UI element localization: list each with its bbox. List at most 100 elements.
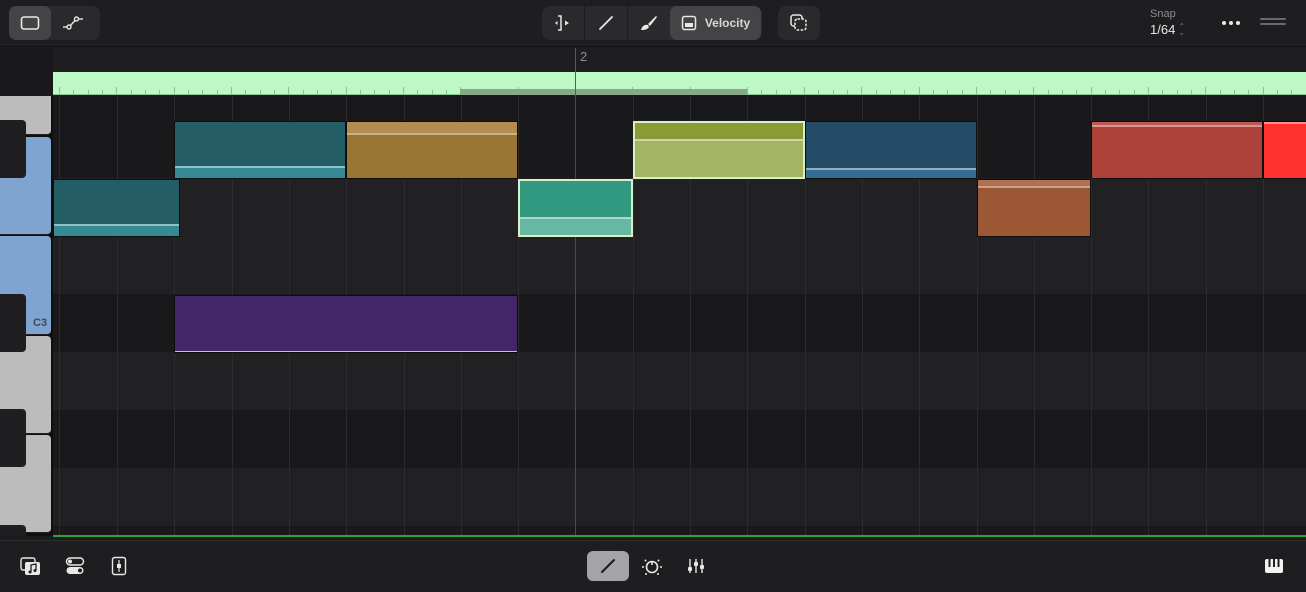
ruler-tick	[403, 87, 404, 94]
fader-icon	[111, 556, 127, 576]
note-grid[interactable]	[53, 96, 1306, 536]
pencil-mode-button[interactable]	[587, 551, 629, 581]
ruler-tick	[159, 90, 160, 94]
velocity-line	[635, 139, 803, 141]
ruler-tick	[1263, 87, 1264, 94]
grid-row	[53, 236, 1306, 294]
bar-ruler[interactable]	[53, 48, 1306, 72]
velocity-line	[978, 186, 1090, 188]
velocity-line	[347, 133, 517, 135]
velocity-line	[1264, 122, 1306, 124]
mixer-button[interactable]	[684, 551, 708, 581]
ruler-tick	[202, 90, 203, 94]
midi-note[interactable]	[174, 121, 346, 179]
ruler-tick	[417, 90, 418, 94]
grid-line	[59, 96, 60, 536]
curve-icon	[63, 16, 83, 30]
toggles-button[interactable]	[62, 551, 88, 581]
black-key[interactable]	[0, 120, 26, 178]
ruler-tick	[1091, 87, 1092, 94]
velocity-fill	[347, 133, 517, 178]
midi-note[interactable]	[518, 179, 633, 237]
ruler-tick	[217, 90, 218, 94]
midi-note[interactable]	[805, 121, 977, 179]
ruler-tick	[1076, 90, 1077, 94]
ruler-tick	[790, 90, 791, 94]
ruler-tick	[188, 90, 189, 94]
key-label-c3: C3	[33, 317, 48, 329]
grid-line	[575, 96, 576, 536]
black-key[interactable]	[0, 525, 26, 536]
velocity-headroom	[635, 123, 803, 139]
ruler-tick	[818, 90, 819, 94]
media-browser-button[interactable]	[18, 551, 44, 581]
ruler-tick	[947, 90, 948, 94]
more-options-button[interactable]	[1218, 12, 1244, 34]
midi-note[interactable]	[1091, 121, 1263, 179]
knob-button[interactable]	[640, 551, 664, 581]
ruler-tick	[876, 90, 877, 94]
midi-note[interactable]	[633, 121, 805, 179]
pencil-tool-button[interactable]	[585, 6, 627, 40]
ruler-tick	[747, 87, 748, 94]
pencil-icon	[601, 559, 615, 573]
ruler-tick	[847, 90, 848, 94]
bar-marker	[575, 48, 576, 96]
selection-range[interactable]	[460, 89, 747, 95]
ruler-tick	[446, 90, 447, 94]
grid-row	[53, 410, 1306, 468]
snap-control[interactable]: Snap 1/64 ⌃ ⌄	[1150, 8, 1210, 37]
black-key[interactable]	[0, 409, 26, 467]
ruler-tick	[933, 90, 934, 94]
black-key[interactable]	[0, 294, 26, 352]
ruler-tick	[1019, 90, 1020, 94]
trim-tool-button[interactable]	[542, 6, 584, 40]
automation-tool-button[interactable]	[51, 6, 97, 40]
ruler-tick	[174, 87, 175, 94]
drag-handle-icon[interactable]	[1260, 18, 1286, 28]
ruler-tick	[1062, 90, 1063, 94]
ruler-tick	[1148, 87, 1149, 94]
midi-note[interactable]	[53, 179, 180, 237]
midi-note[interactable]	[1263, 121, 1306, 179]
ruler-tick	[919, 87, 920, 94]
velocity-line	[54, 224, 179, 226]
ruler-tick	[1205, 87, 1206, 94]
velocity-icon	[681, 15, 697, 31]
ruler-tick	[962, 90, 963, 94]
ruler-tick	[861, 87, 862, 94]
ruler-tick	[1162, 90, 1163, 94]
ruler-tick	[833, 90, 834, 94]
marquee-tool-button[interactable]	[9, 6, 51, 40]
top-toolbar: Velocity Snap 1/64 ⌃ ⌄	[0, 0, 1306, 47]
brush-icon	[641, 16, 657, 30]
ruler-tick	[59, 87, 60, 94]
duplicate-selection-button[interactable]	[778, 6, 820, 40]
midi-note[interactable]	[174, 295, 518, 353]
ruler-tick	[1291, 90, 1292, 94]
midi-note[interactable]	[346, 121, 518, 179]
ruler-tick	[374, 90, 375, 94]
velocity-fill	[520, 217, 631, 235]
ruler-tick	[1105, 90, 1106, 94]
edit-tool-group: Velocity	[542, 6, 762, 40]
velocity-fill	[1092, 125, 1262, 178]
fader-button[interactable]	[106, 551, 132, 581]
ruler-corner	[0, 48, 53, 95]
grid-row	[53, 468, 1306, 526]
ruler-tick	[331, 90, 332, 94]
ruler-tick	[1234, 90, 1235, 94]
ruler-tick	[990, 90, 991, 94]
rectangle-icon	[20, 16, 40, 30]
grid-row	[53, 352, 1306, 410]
velocity-line	[1092, 125, 1262, 127]
piano-roll-editor: Velocity Snap 1/64 ⌃ ⌄ 2 C3	[0, 0, 1306, 592]
ruler-tick	[116, 87, 117, 94]
ruler-tick	[274, 90, 275, 94]
midi-note[interactable]	[977, 179, 1091, 237]
knob-icon	[642, 559, 662, 575]
ruler-tick	[145, 90, 146, 94]
velocity-tool-button[interactable]: Velocity	[670, 6, 761, 40]
piano-keyboard-button[interactable]	[1262, 551, 1286, 581]
brush-tool-button[interactable]	[628, 6, 670, 40]
